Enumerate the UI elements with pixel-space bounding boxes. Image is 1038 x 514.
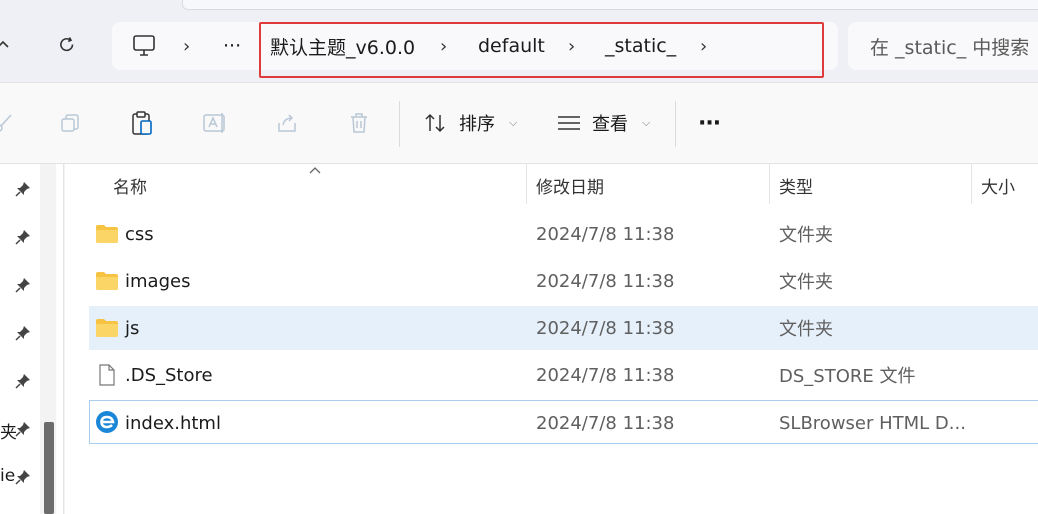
pin-icon[interactable] [14, 180, 32, 198]
view-button[interactable]: 查看 ⌵ [556, 105, 650, 141]
chevron-right-icon[interactable]: › [183, 22, 190, 70]
file-name: css [125, 223, 154, 245]
cut-icon[interactable] [0, 105, 22, 141]
breadcrumb-item[interactable]: _static_ [605, 22, 676, 70]
chevron-right-icon[interactable]: › [568, 22, 575, 70]
file-modified: 2024/7/8 11:38 [536, 317, 675, 339]
file-modified: 2024/7/8 11:38 [536, 412, 675, 434]
pin-icon[interactable] [14, 372, 32, 390]
file-type: 文件夹 [779, 272, 833, 293]
file-name: js [125, 317, 140, 339]
search-input[interactable]: 在 _static_ 中搜索 [848, 22, 1038, 70]
sort-icon [425, 113, 445, 133]
pin-icon[interactable] [14, 420, 32, 438]
file-type: SLBrowser HTML D... [779, 412, 966, 434]
rename-icon[interactable] [197, 105, 233, 141]
nav-scrollbar-thumb[interactable] [44, 422, 54, 514]
nav-item-label[interactable]: ie [0, 466, 15, 486]
sort-label: 排序 [459, 114, 495, 135]
pin-icon[interactable] [14, 468, 32, 486]
chevron-right-icon[interactable]: › [440, 22, 447, 70]
more-options-button[interactable]: ··· [698, 105, 721, 141]
sort-button[interactable]: 排序 ⌵ [423, 105, 517, 141]
column-header-name[interactable]: 名称 [113, 164, 147, 206]
breadcrumb-overflow[interactable]: ··· [223, 22, 241, 70]
file-name: images [125, 270, 191, 292]
toolbar-divider [675, 101, 676, 147]
column-header-modified[interactable]: 修改日期 [536, 164, 604, 206]
list-view-icon [558, 116, 580, 130]
table-row[interactable]: images 2024/7/8 11:38 文件夹 [89, 259, 1038, 303]
tab-strip-edge [182, 0, 1038, 10]
column-divider[interactable] [971, 164, 972, 204]
delete-icon[interactable] [341, 105, 377, 141]
this-pc-icon[interactable] [131, 22, 157, 70]
file-icon [99, 364, 115, 386]
address-bar[interactable] [112, 22, 838, 70]
browser-html-icon [96, 411, 118, 433]
chevron-down-icon: ⌵ [642, 116, 651, 129]
table-row[interactable]: css 2024/7/8 11:38 文件夹 [89, 212, 1038, 256]
navigation-pane: 夹 ie [0, 164, 64, 514]
column-header-type[interactable]: 类型 [779, 164, 813, 206]
breadcrumb-item[interactable]: default [478, 22, 545, 70]
file-list: 名称 修改日期 类型 大小 css 2024/7/8 11:38 文件夹 ima… [65, 164, 1038, 514]
table-row[interactable]: js 2024/7/8 11:38 文件夹 [89, 306, 1038, 350]
up-arrow-icon[interactable] [0, 28, 20, 62]
column-divider[interactable] [526, 164, 527, 204]
file-name: index.html [125, 412, 221, 434]
pin-icon[interactable] [14, 228, 32, 246]
chevron-right-icon[interactable]: › [700, 22, 707, 70]
file-modified: 2024/7/8 11:38 [536, 364, 675, 386]
column-divider[interactable] [769, 164, 770, 204]
pin-icon[interactable] [14, 276, 32, 294]
share-icon[interactable] [269, 105, 305, 141]
view-label: 查看 [592, 114, 628, 135]
file-modified: 2024/7/8 11:38 [536, 270, 675, 292]
table-row[interactable]: index.html 2024/7/8 11:38 SLBrowser HTML… [89, 400, 1038, 444]
folder-icon [96, 225, 118, 243]
file-type: DS_STORE 文件 [779, 366, 916, 387]
toolbar-divider [399, 101, 400, 147]
sort-ascending-icon [308, 164, 322, 178]
file-name: .DS_Store [125, 364, 213, 386]
folder-icon [96, 319, 118, 337]
paste-icon[interactable] [124, 105, 160, 141]
folder-icon [96, 272, 118, 290]
file-modified: 2024/7/8 11:38 [536, 223, 675, 245]
breadcrumb-item[interactable]: 默认主题_v6.0.0 [270, 22, 415, 70]
column-header-size[interactable]: 大小 [981, 164, 1015, 206]
chevron-down-icon: ⌵ [509, 116, 518, 129]
file-type: 文件夹 [779, 319, 833, 340]
table-row[interactable]: .DS_Store 2024/7/8 11:38 DS_STORE 文件 [89, 353, 1038, 397]
file-type: 文件夹 [779, 225, 833, 246]
copy-icon[interactable] [52, 105, 88, 141]
command-bar: 排序 ⌵ 查看 ⌵ ··· [0, 82, 1038, 164]
refresh-icon[interactable] [50, 28, 84, 62]
pin-icon[interactable] [14, 324, 32, 342]
